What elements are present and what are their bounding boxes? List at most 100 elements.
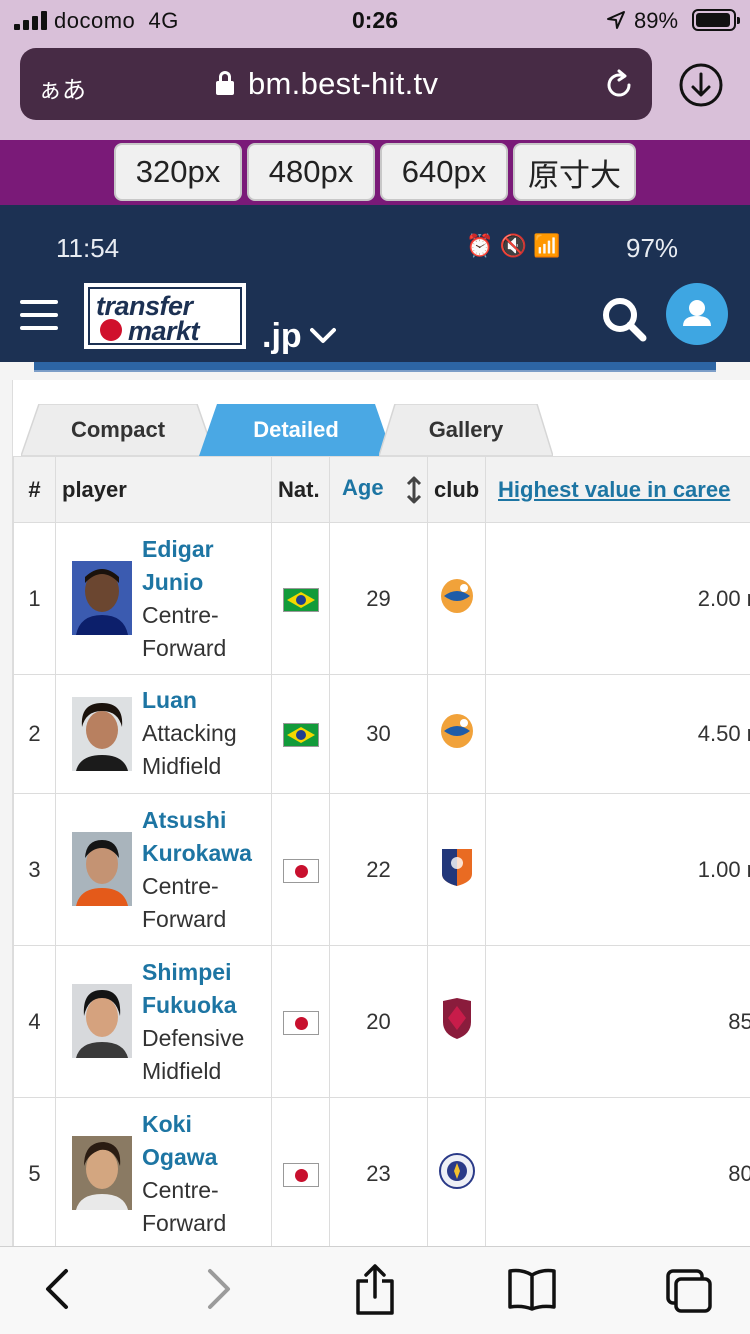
player-photo[interactable] bbox=[72, 697, 132, 771]
row-number: 1 bbox=[13, 522, 56, 675]
site-header: 11:54 ⏰ 🔇 📶 97% transfer markt .jp bbox=[0, 205, 750, 362]
japan-flag-icon[interactable] bbox=[282, 858, 319, 883]
player-name-link[interactable]: Koki Ogawa bbox=[142, 1108, 226, 1174]
player-name-link[interactable]: Atsushi Kurokawa bbox=[142, 804, 252, 870]
nationality-cell bbox=[271, 793, 330, 946]
player-photo[interactable] bbox=[72, 1136, 132, 1210]
club-crest-icon[interactable] bbox=[440, 997, 474, 1040]
section-divider bbox=[34, 362, 716, 372]
club-cell bbox=[427, 522, 486, 675]
image-size-bar: 320px 480px 640px 原寸大 bbox=[0, 140, 750, 205]
download-icon[interactable] bbox=[678, 62, 724, 108]
brazil-flag-icon[interactable] bbox=[282, 587, 319, 612]
table-row: 1 Edigar Junio Centre- Forward 29 2.00 bbox=[13, 522, 750, 675]
table-row: 5 Koki Ogawa Centre- Forward 23 8 bbox=[13, 1097, 750, 1246]
highest-value-cell: 1.00 m bbox=[485, 793, 750, 946]
player-cell: Atsushi Kurokawa Centre- Forward bbox=[55, 793, 272, 946]
ios-status-bar: docomo 4G 0:26 89% bbox=[0, 0, 750, 42]
player-position: Defensive Midfield bbox=[142, 1025, 245, 1084]
club-cell bbox=[427, 1097, 486, 1246]
nationality-cell bbox=[271, 674, 330, 794]
col-header-player: player bbox=[55, 456, 272, 523]
size-480-button[interactable]: 480px bbox=[247, 143, 375, 201]
player-cell: Shimpei Fukuoka Defensive Midfield bbox=[55, 945, 272, 1098]
player-name-link[interactable]: Shimpei Fukuoka bbox=[142, 956, 244, 1022]
highest-value-cell: 800 bbox=[485, 1097, 750, 1246]
nationality-cell bbox=[271, 522, 330, 675]
sort-icon[interactable] bbox=[406, 476, 422, 504]
japan-flag-icon[interactable] bbox=[282, 1010, 319, 1035]
logo-ball-icon bbox=[100, 319, 122, 341]
row-number: 3 bbox=[13, 793, 56, 946]
player-photo[interactable] bbox=[72, 832, 132, 906]
player-name-link[interactable]: Luan bbox=[142, 684, 237, 717]
club-crest-icon[interactable] bbox=[438, 576, 476, 616]
table-header-row: # player Nat. Age club Highest value in … bbox=[13, 456, 750, 523]
club-crest-icon[interactable] bbox=[438, 711, 476, 751]
col-header-club: club bbox=[427, 456, 486, 523]
age-cell: 23 bbox=[329, 1097, 428, 1246]
row-number: 4 bbox=[13, 945, 56, 1098]
player-position: Centre- Forward bbox=[142, 873, 227, 932]
player-cell: Koki Ogawa Centre- Forward bbox=[55, 1097, 272, 1246]
bookmarks-icon[interactable] bbox=[506, 1267, 558, 1311]
url-text[interactable]: bm.best-hit.tv bbox=[248, 66, 438, 102]
original-size-button[interactable]: 原寸大 bbox=[513, 143, 636, 201]
row-number: 2 bbox=[13, 674, 56, 794]
reader-options-button[interactable]: ぁあ bbox=[38, 70, 86, 105]
reload-icon[interactable] bbox=[602, 68, 636, 102]
age-cell: 20 bbox=[329, 945, 428, 1098]
menu-icon[interactable] bbox=[20, 300, 58, 330]
share-icon[interactable] bbox=[354, 1263, 396, 1315]
age-cell: 22 bbox=[329, 793, 428, 946]
col-header-age[interactable]: Age bbox=[329, 456, 428, 523]
chevron-down-icon[interactable] bbox=[310, 327, 336, 345]
embedded-status-icons: ⏰ 🔇 📶 bbox=[466, 233, 561, 258]
highest-value-cell: 2.00 m bbox=[485, 522, 750, 675]
tab-compact[interactable]: Compact bbox=[21, 404, 215, 456]
forward-icon[interactable] bbox=[200, 1267, 236, 1311]
player-position: Attacking Midfield bbox=[142, 720, 237, 779]
embedded-battery-percent: 97% bbox=[626, 233, 679, 263]
embedded-status-time: 11:54 bbox=[56, 233, 120, 263]
transfermarkt-logo[interactable]: transfer markt bbox=[84, 283, 246, 349]
player-name-link[interactable]: Edigar Junio bbox=[142, 533, 226, 599]
search-icon[interactable] bbox=[600, 295, 648, 343]
age-cell: 30 bbox=[329, 674, 428, 794]
location-icon bbox=[607, 11, 625, 29]
club-cell bbox=[427, 674, 486, 794]
player-position: Centre- Forward bbox=[142, 1177, 227, 1236]
tab-gallery[interactable]: Gallery bbox=[379, 404, 553, 456]
country-selector[interactable]: .jp bbox=[262, 317, 302, 356]
club-crest-icon[interactable] bbox=[439, 846, 475, 888]
club-crest-icon[interactable] bbox=[438, 1151, 476, 1191]
japan-flag-icon[interactable] bbox=[282, 1162, 319, 1187]
lock-icon bbox=[216, 71, 234, 95]
player-cell: Luan Attacking Midfield bbox=[55, 674, 272, 794]
player-photo[interactable] bbox=[72, 561, 132, 635]
players-table: # player Nat. Age club Highest value in … bbox=[13, 456, 750, 1246]
nationality-cell bbox=[271, 1097, 330, 1246]
user-account-icon[interactable] bbox=[666, 283, 728, 345]
tab-detailed[interactable]: Detailed bbox=[199, 404, 393, 456]
table-row: 3 Atsushi Kurokawa Centre- Forward 22 1.… bbox=[13, 793, 750, 946]
table-row: 2 Luan Attacking Midfield 30 4.50 bbox=[13, 674, 750, 794]
age-cell: 29 bbox=[329, 522, 428, 675]
brazil-flag-icon[interactable] bbox=[282, 723, 319, 748]
table-row: 4 ShimpeiFukuoka DefensiveMidfield 20 bbox=[13, 945, 750, 1098]
player-photo[interactable] bbox=[72, 984, 132, 1058]
battery-icon bbox=[692, 9, 740, 31]
back-icon[interactable] bbox=[40, 1267, 76, 1311]
address-bar[interactable]: ぁあ bm.best-hit.tv bbox=[20, 48, 652, 120]
tabs-icon[interactable] bbox=[664, 1267, 714, 1315]
club-cell bbox=[427, 945, 486, 1098]
col-header-number: # bbox=[13, 456, 56, 523]
players-panel: Compact Detailed Gallery # player Nat. A… bbox=[12, 380, 750, 1246]
highest-value-cell: 4.50 m bbox=[485, 674, 750, 794]
battery-percent: 89% bbox=[634, 8, 679, 33]
size-320-button[interactable]: 320px bbox=[114, 143, 242, 201]
size-640-button[interactable]: 640px bbox=[380, 143, 508, 201]
safari-toolbar bbox=[0, 1246, 750, 1334]
col-header-highest-value[interactable]: Highest value in caree bbox=[485, 456, 750, 523]
nationality-cell bbox=[271, 945, 330, 1098]
